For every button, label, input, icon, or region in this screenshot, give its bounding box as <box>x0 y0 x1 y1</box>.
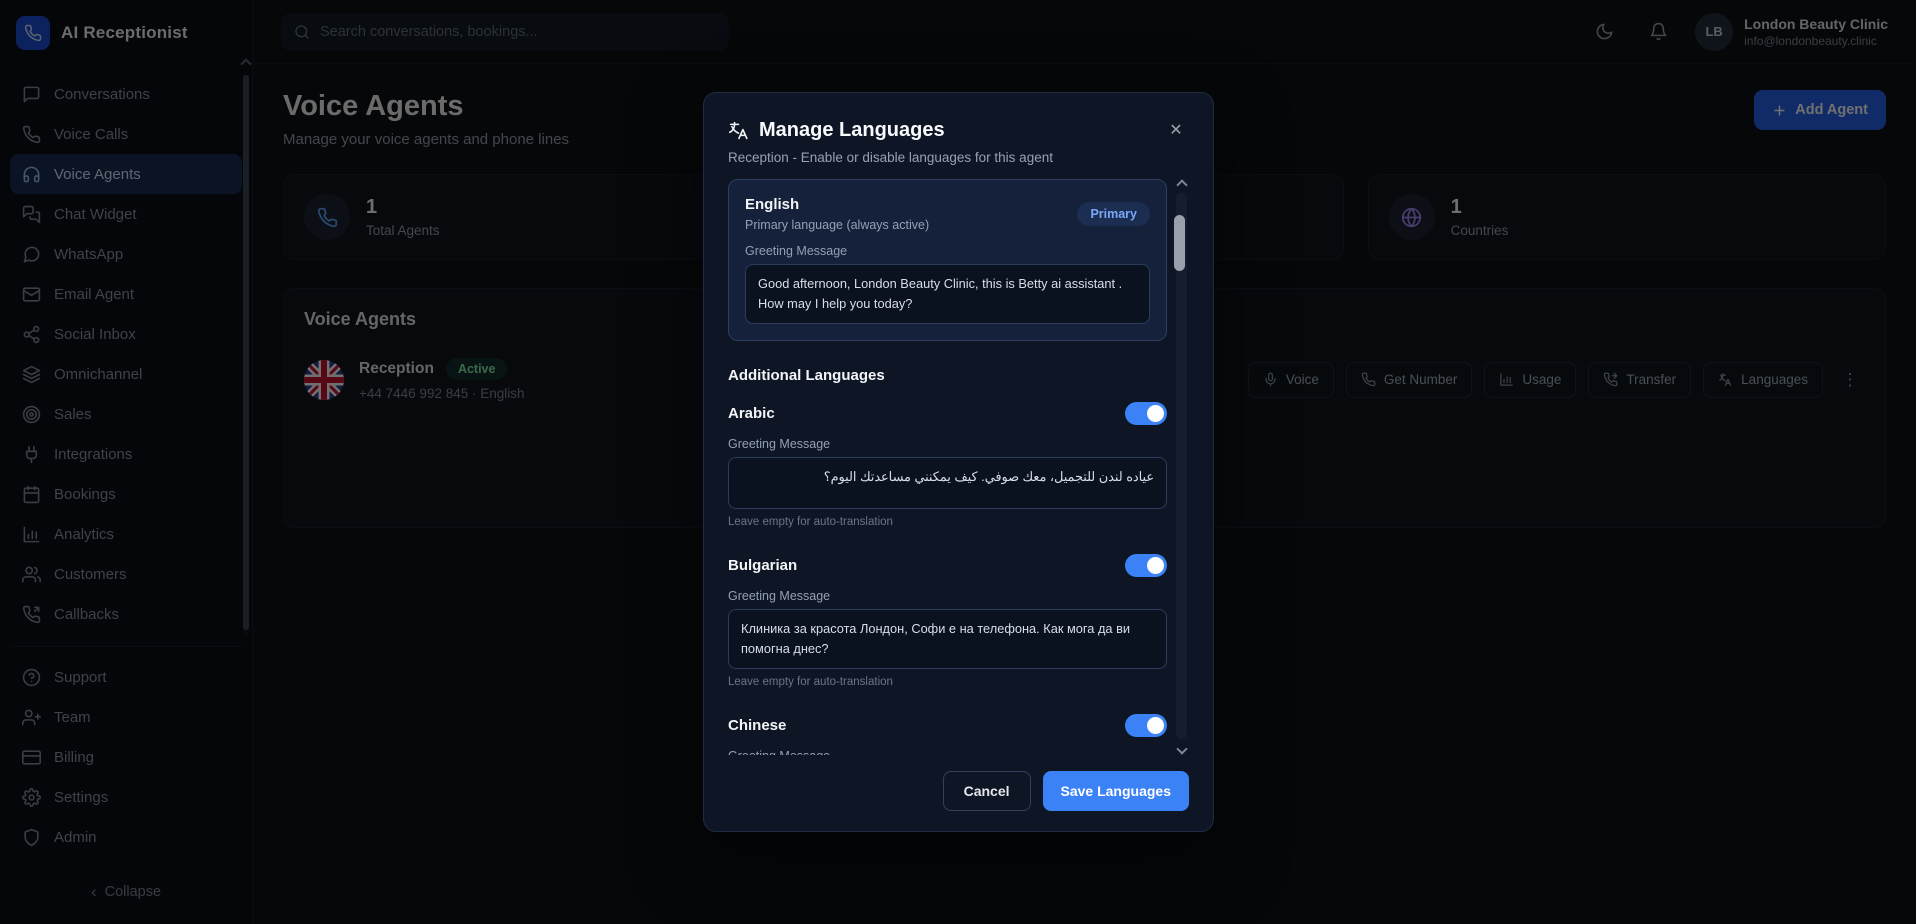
modal-scrollbar[interactable] <box>1176 193 1187 739</box>
modal-footer: Cancel Save Languages <box>728 771 1189 811</box>
close-icon[interactable]: ✕ <box>1163 117 1189 143</box>
language-name: Chinese <box>728 717 786 734</box>
language-name: English <box>745 196 929 213</box>
modal-scrollbar-thumb[interactable] <box>1174 215 1185 271</box>
toggle-knob <box>1147 557 1164 574</box>
language-name: Arabic <box>728 405 775 422</box>
arabic-greeting-input[interactable]: عياده لندن للتجميل، معك صوفي. كيف يمكنني… <box>728 457 1167 509</box>
bulgarian-toggle[interactable] <box>1125 554 1167 577</box>
primary-badge: Primary <box>1077 202 1150 226</box>
primary-language-note: Primary language (always active) <box>745 218 929 232</box>
save-languages-button[interactable]: Save Languages <box>1043 771 1190 811</box>
modal-title: Manage Languages <box>759 119 945 142</box>
cancel-button[interactable]: Cancel <box>943 771 1031 811</box>
modal-header: Manage Languages ✕ <box>728 117 1189 143</box>
app-root: AI Receptionist Conversations Voice Call… <box>0 0 1916 924</box>
modal-subtitle: Reception - Enable or disable languages … <box>728 150 1189 165</box>
greeting-label: Greeting Message <box>728 589 1167 603</box>
language-block-arabic: Arabic Greeting Message عياده لندن للتجم… <box>728 402 1167 528</box>
greeting-label: Greeting Message <box>728 437 1167 451</box>
chinese-toggle[interactable] <box>1125 714 1167 737</box>
auto-translate-hint: Leave empty for auto-translation <box>728 516 1167 528</box>
toggle-knob <box>1147 717 1164 734</box>
greeting-label: Greeting Message <box>745 244 1150 258</box>
bulgarian-greeting-input[interactable]: Клиника за красота Лондон, Софи е на тел… <box>728 609 1167 669</box>
primary-language-card: English Primary language (always active)… <box>728 179 1167 341</box>
manage-languages-modal: Manage Languages ✕ Reception - Enable or… <box>703 92 1214 832</box>
arabic-toggle[interactable] <box>1125 402 1167 425</box>
english-greeting-input[interactable]: Good afternoon, London Beauty Clinic, th… <box>745 264 1150 324</box>
greeting-label: Greeting Message <box>728 749 1167 755</box>
scroll-down-icon[interactable] <box>1176 743 1187 754</box>
toggle-knob <box>1147 405 1164 422</box>
primary-language-texts: English Primary language (always active) <box>745 196 929 232</box>
auto-translate-hint: Leave empty for auto-translation <box>728 676 1167 688</box>
translate-icon <box>728 120 749 141</box>
modal-scroll-area: English Primary language (always active)… <box>728 179 1189 755</box>
language-name: Bulgarian <box>728 557 797 574</box>
language-block-chinese: Chinese Greeting Message 伦敦美容诊所，您好，我是苏菲。… <box>728 714 1167 755</box>
language-block-bulgarian: Bulgarian Greeting Message Клиника за кр… <box>728 554 1167 688</box>
scroll-up-icon[interactable] <box>1176 179 1187 190</box>
additional-languages-title: Additional Languages <box>728 367 1167 384</box>
